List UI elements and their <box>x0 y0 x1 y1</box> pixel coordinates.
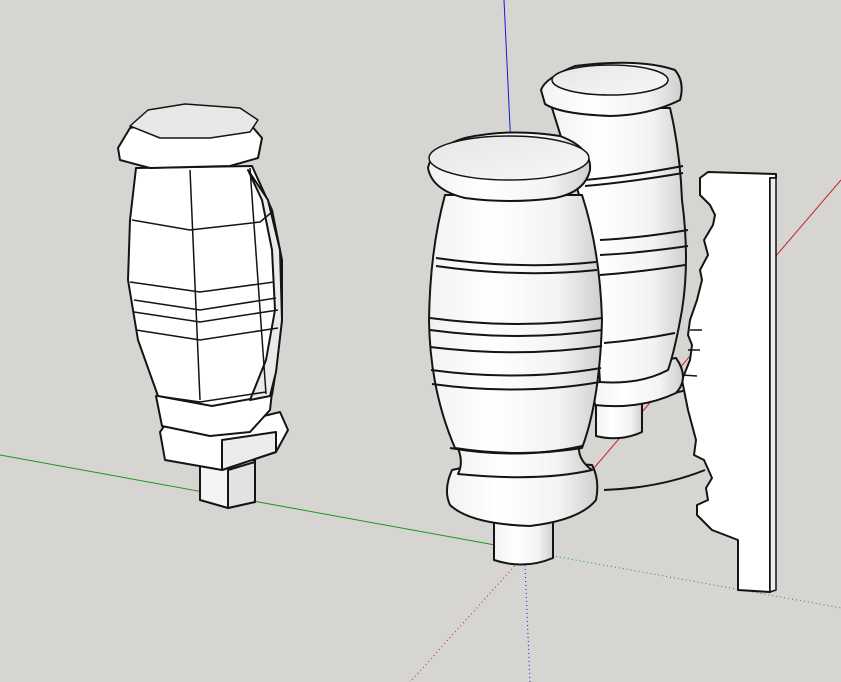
front-cap-top <box>428 135 590 181</box>
octagonal-pin-right <box>227 461 256 509</box>
back-cap-top <box>551 64 669 96</box>
sketchup-3d-viewport[interactable] <box>0 0 841 682</box>
round-turned-baluster-front[interactable] <box>427 131 603 566</box>
octagonal-cap-top <box>129 103 259 139</box>
scene-canvas[interactable] <box>0 0 841 682</box>
